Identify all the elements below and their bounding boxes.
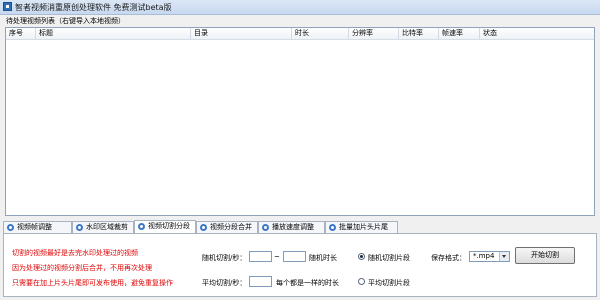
tab-frame-adjust[interactable]: 视频帧调整 bbox=[3, 221, 72, 233]
save-format-value: *.mp4 bbox=[473, 252, 495, 260]
tab-label: 水印区域裁剪 bbox=[86, 223, 128, 231]
tab-icon bbox=[7, 224, 14, 231]
tab-video-cut[interactable]: 视频切割分段 bbox=[134, 220, 196, 233]
random-min-input[interactable] bbox=[249, 251, 272, 262]
random-cut-label: 随机切割/秒： bbox=[202, 254, 247, 262]
average-cut-label: 平均切割/秒： bbox=[202, 279, 247, 287]
column-header-status[interactable]: 状态 bbox=[480, 28, 594, 39]
column-header-index[interactable]: 序号 bbox=[6, 28, 36, 39]
save-format-select[interactable]: *.mp4 bbox=[469, 251, 510, 262]
average-seconds-input[interactable] bbox=[249, 276, 272, 287]
random-cut-radio[interactable] bbox=[358, 253, 365, 260]
column-header-duration[interactable]: 时长 bbox=[292, 28, 349, 39]
tab-label: 视频帧调整 bbox=[17, 223, 52, 231]
app-icon bbox=[3, 2, 12, 11]
tab-label: 视频分段合并 bbox=[210, 223, 252, 231]
title-bar: 智者视频消重原创处理软件 免费测试beta版 bbox=[0, 0, 600, 15]
random-cut-radio-label[interactable]: 随机切割片段 bbox=[368, 253, 410, 263]
tab-watermark-crop[interactable]: 水印区域裁剪 bbox=[72, 221, 134, 233]
column-header-directory[interactable]: 目录 bbox=[191, 28, 292, 39]
tab-speed-adjust[interactable]: 播放速度调整 bbox=[258, 221, 325, 233]
tilde-separator: ~ bbox=[274, 253, 280, 261]
note-line-2: 因为处理过的视频分割后合并，不用再次处理 bbox=[12, 264, 152, 272]
column-header-title[interactable]: 标题 bbox=[36, 28, 191, 39]
tab-icon bbox=[329, 224, 336, 231]
column-header-resolution[interactable]: 分辨率 bbox=[349, 28, 399, 39]
tab-segment-merge[interactable]: 视频分段合并 bbox=[196, 221, 258, 233]
tab-icon bbox=[76, 224, 83, 231]
tab-icon bbox=[138, 223, 145, 230]
tab-panel-video-cut: 切割的视频最好是去完水印处理过的视频 因为处理过的视频分割后合并，不用再次处理 … bbox=[3, 233, 597, 297]
tab-batch-intro-outro[interactable]: 批量加片头片尾 bbox=[325, 221, 398, 233]
tab-icon bbox=[262, 224, 269, 231]
list-header: 序号 标题 目录 时长 分辨率 比特率 帧速率 状态 bbox=[6, 28, 594, 40]
random-duration-label: 随机时长 bbox=[309, 254, 337, 262]
tab-label: 批量加片头片尾 bbox=[339, 223, 388, 231]
tab-icon bbox=[200, 224, 207, 231]
chevron-down-icon[interactable] bbox=[499, 252, 509, 261]
note-line-1: 切割的视频最好是去完水印处理过的视频 bbox=[12, 249, 138, 257]
start-cut-button[interactable]: 开始切割 bbox=[515, 247, 575, 264]
video-list[interactable]: 序号 标题 目录 时长 分辨率 比特率 帧速率 状态 bbox=[5, 27, 595, 216]
random-max-input[interactable] bbox=[283, 251, 306, 262]
column-header-framerate[interactable]: 帧速率 bbox=[439, 28, 480, 39]
column-header-bitrate[interactable]: 比特率 bbox=[399, 28, 439, 39]
list-caption: 待处理视频列表（右键导入本地视频） bbox=[6, 17, 125, 25]
tab-label: 播放速度调整 bbox=[272, 223, 314, 231]
note-line-3: 只需要在加上片头片尾即可发布使用，避免重复操作 bbox=[12, 279, 173, 287]
average-cut-radio-label[interactable]: 平均切割片段 bbox=[368, 278, 410, 288]
average-cut-radio[interactable] bbox=[358, 278, 365, 285]
tab-strip: 视频帧调整 水印区域裁剪 视频切割分段 视频分段合并 播放速度调整 批量加片头片… bbox=[3, 220, 597, 233]
tab-label: 视频切割分段 bbox=[148, 222, 190, 230]
window-title: 智者视频消重原创处理软件 免费测试beta版 bbox=[15, 3, 172, 12]
save-format-label: 保存格式： bbox=[431, 254, 466, 262]
average-duration-label: 每个都是一样的时长 bbox=[276, 279, 339, 287]
